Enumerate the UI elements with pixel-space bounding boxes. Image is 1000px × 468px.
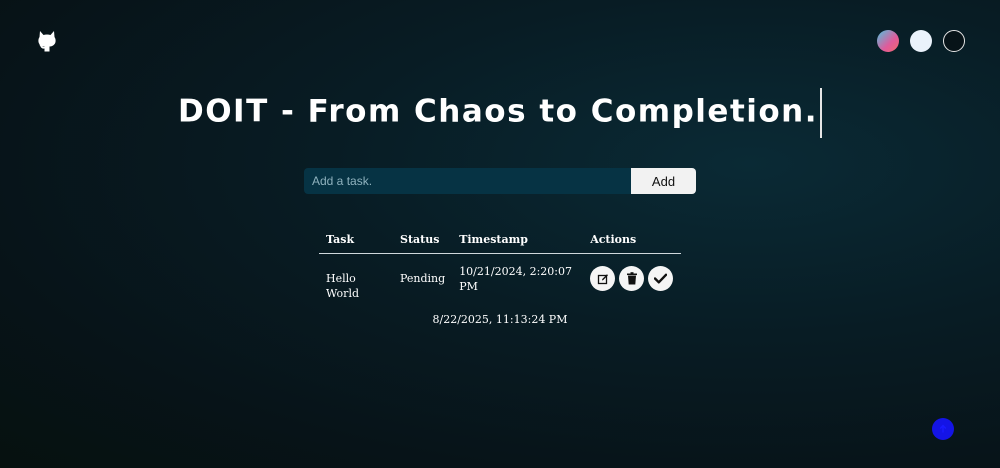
github-icon[interactable] [37, 30, 57, 52]
table-row: Hello World Pending 10/21/2024, 2:20:07 … [319, 254, 681, 312]
trash-icon [626, 272, 637, 285]
theme-dark-button[interactable] [943, 30, 965, 52]
actions-cell [583, 254, 681, 312]
check-icon [654, 273, 668, 284]
complete-button[interactable] [648, 266, 674, 291]
task-input[interactable] [304, 168, 631, 194]
edit-button[interactable] [590, 266, 616, 291]
edit-icon [597, 273, 608, 284]
page-title: DOIT - From Chaos to Completion. [0, 88, 1000, 138]
delete-button[interactable] [619, 266, 645, 291]
header-actions: Actions [583, 228, 681, 254]
status-cell: Pending [400, 272, 446, 285]
header-timestamp: Timestamp [452, 228, 584, 254]
theme-gradient-button[interactable] [877, 30, 899, 52]
arrow-up-icon [939, 424, 947, 433]
header-status: Status [393, 228, 453, 254]
tasks-table: Task Status Timestamp Actions Hello Worl… [319, 228, 681, 311]
theme-light-button[interactable] [910, 30, 932, 52]
table-header-row: Task Status Timestamp Actions [319, 228, 681, 254]
add-task-form: Add [304, 168, 696, 194]
theme-switcher [877, 30, 965, 52]
current-datetime: 8/22/2025, 11:13:24 PM [432, 313, 568, 326]
add-button[interactable]: Add [631, 168, 696, 194]
timestamp-cell: 10/21/2024, 2:20:07 PM [459, 265, 572, 293]
header-task: Task [319, 228, 393, 254]
typing-cursor [820, 88, 823, 138]
title-text: DOIT - From Chaos to Completion. [177, 93, 819, 130]
scroll-top-button[interactable] [932, 418, 954, 440]
task-cell: Hello World [326, 272, 359, 300]
